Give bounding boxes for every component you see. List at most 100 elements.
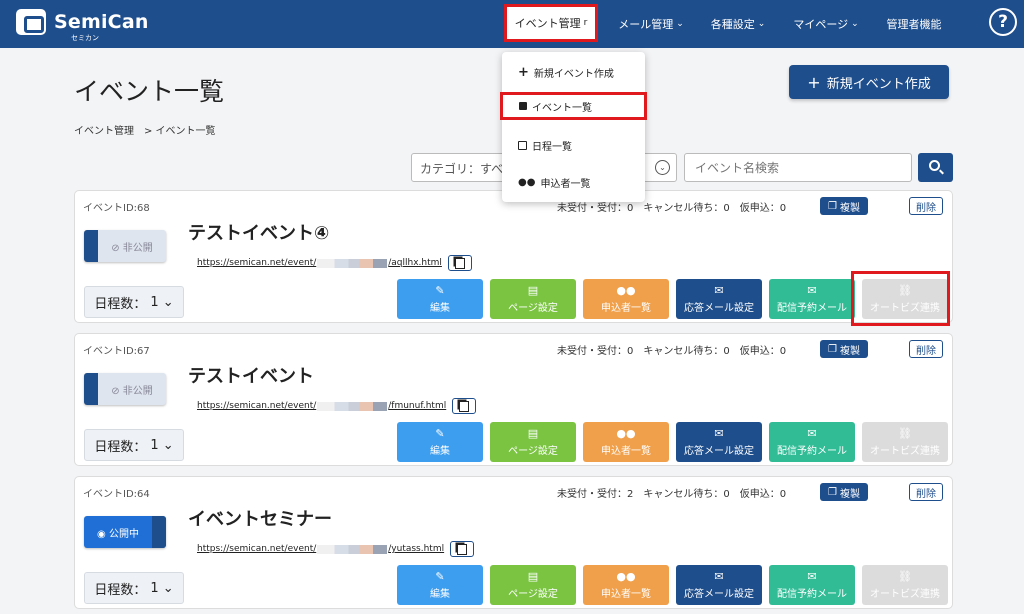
highlight-box — [851, 271, 950, 326]
chevron-down-icon: ⌄ — [655, 160, 670, 175]
eye-icon: ◉ — [97, 528, 109, 540]
create-event-label: 新規イベント作成 — [826, 76, 931, 92]
visibility-toggle[interactable]: ⊘ 非公開 — [84, 373, 166, 405]
chevron-down-icon: ⌄ — [162, 437, 174, 453]
applicant-list-button[interactable]: ●● 申込者一覧 — [583, 565, 669, 605]
nav-mypage-label: マイページ — [793, 18, 849, 31]
menu-item-schedule-list[interactable]: 日程一覧 — [502, 131, 645, 159]
event-url[interactable]: https://semican.net/event/ /yutass.html — [197, 541, 475, 557]
nav-admin[interactable]: 管理者機能 — [886, 0, 942, 48]
autobiz-link-button[interactable]: ⛓ オートビズ連携 — [862, 565, 948, 605]
envelope-icon: ✉ — [807, 426, 817, 440]
menu-item-new-event[interactable]: + 新規イベント作成 — [502, 58, 645, 86]
copy-url-icon[interactable] — [450, 541, 475, 557]
edit-button[interactable]: ✎ 編集 — [397, 565, 483, 605]
logo-name: SemiCan — [54, 10, 149, 33]
event-url[interactable]: https://semican.net/event/ /aqllhx.html — [197, 255, 472, 271]
mail-reply-icon: ✉ — [714, 426, 724, 440]
mail-reply-icon: ✉ — [714, 283, 724, 297]
applicant-list-button[interactable]: ●● 申込者一覧 — [583, 279, 669, 319]
pencil-icon: ✎ — [435, 569, 445, 583]
copy-label: 複製 — [839, 345, 860, 357]
copy-url-icon[interactable] — [452, 398, 477, 414]
nav-event-management-label: イベント管理 — [514, 17, 581, 30]
unlink-icon: ⛓ — [898, 569, 912, 583]
event-url[interactable]: https://semican.net/event/ /fmunuf.html — [197, 398, 477, 414]
delete-event-button[interactable]: 削除 — [909, 340, 943, 358]
create-event-button[interactable]: + 新規イベント作成 — [789, 65, 949, 99]
event-card: イベントID:68 未受付・受付：0 キャンセル待ち：0 仮申込：0 ❐ 複製 削… — [74, 190, 953, 323]
scheduled-mail-button[interactable]: ✉ 配信予約メール — [769, 565, 855, 605]
users-icon: ●● — [616, 426, 636, 440]
scheduled-mail-button[interactable]: ✉ 配信予約メール — [769, 279, 855, 319]
redacted-segment — [317, 544, 388, 554]
envelope-icon: ✉ — [807, 283, 817, 297]
schedule-count-dropdown[interactable]: 日程数： 1 ⌄ — [84, 429, 184, 461]
event-id: イベントID:68 — [83, 203, 150, 214]
calendar-icon — [519, 102, 527, 110]
event-id: イベントID:67 — [83, 346, 150, 357]
top-navigation-bar: SemiCan セミカン イベント管理 r メール管理 ⌄ 各種設定 ⌄ マイペ… — [0, 0, 1024, 48]
copy-event-button[interactable]: ❐ 複製 — [820, 340, 868, 358]
event-title: テストイベント④ — [188, 223, 330, 244]
action-label: ページ設定 — [508, 302, 558, 314]
visibility-label: ⊘ 非公開 — [98, 382, 166, 397]
action-label: 応答メール設定 — [684, 302, 754, 314]
page-settings-button[interactable]: ▤ ページ設定 — [490, 279, 576, 319]
delete-event-button[interactable]: 削除 — [909, 483, 943, 501]
menu-item-event-list[interactable]: イベント一覧 — [500, 92, 647, 120]
logo-subtitle: セミカン — [71, 34, 99, 42]
reply-mail-settings-button[interactable]: ✉ 応答メール設定 — [676, 422, 762, 462]
edit-button[interactable]: ✎ 編集 — [397, 279, 483, 319]
action-label: 編集 — [430, 588, 450, 600]
users-icon: ●● — [616, 283, 636, 297]
url-suffix: /aqllhx.html — [388, 258, 442, 268]
semican-logo[interactable]: SemiCan セミカン — [16, 9, 149, 42]
action-label: ページ設定 — [508, 445, 558, 457]
reply-mail-settings-button[interactable]: ✉ 応答メール設定 — [676, 279, 762, 319]
action-label: ページ設定 — [508, 588, 558, 600]
users-icon: ●● — [616, 569, 636, 583]
event-id: イベントID:64 — [83, 489, 150, 500]
breadcrumb: イベント管理 > イベント一覧 — [74, 126, 216, 137]
calendar-grid-icon — [518, 140, 527, 150]
pencil-icon: ✎ — [435, 283, 445, 297]
page-settings-button[interactable]: ▤ ページ設定 — [490, 565, 576, 605]
schedule-prefix: 日程数： — [94, 439, 147, 455]
nav-mail-management[interactable]: メール管理 ⌄ — [618, 0, 684, 48]
copy-icon: ❐ — [828, 343, 837, 355]
eye-slash-icon: ⊘ — [111, 242, 123, 254]
menu-item-applicant-list[interactable]: ●● 申込者一覧 — [502, 168, 645, 196]
search-icon — [929, 160, 940, 171]
event-stats: 未受付・受付：2 キャンセル待ち：0 仮申込：0 — [557, 489, 787, 500]
copy-event-button[interactable]: ❐ 複製 — [820, 197, 868, 215]
search-button[interactable] — [918, 153, 953, 182]
scheduled-mail-button[interactable]: ✉ 配信予約メール — [769, 422, 855, 462]
schedule-count-dropdown[interactable]: 日程数： 1 ⌄ — [84, 286, 184, 318]
menu-item-label: 日程一覧 — [532, 141, 572, 153]
edit-button[interactable]: ✎ 編集 — [397, 422, 483, 462]
event-title: テストイベント — [188, 366, 314, 387]
document-icon: ▤ — [527, 569, 539, 583]
visibility-toggle[interactable]: ⊘ 非公開 — [84, 230, 166, 262]
schedule-count-dropdown[interactable]: 日程数： 1 ⌄ — [84, 572, 184, 604]
applicant-list-button[interactable]: ●● 申込者一覧 — [583, 422, 669, 462]
cursor-icon: r — [583, 18, 588, 28]
copy-label: 複製 — [839, 488, 860, 500]
nav-mypage[interactable]: マイページ ⌄ — [793, 0, 858, 48]
category-select-value: カテゴリ：すべて — [420, 162, 515, 176]
schedule-count: 1 — [150, 294, 159, 310]
nav-settings[interactable]: 各種設定 ⌄ — [710, 0, 766, 48]
redacted-segment — [317, 258, 388, 268]
help-icon[interactable]: ? — [989, 8, 1017, 36]
event-name-search-input[interactable] — [684, 153, 912, 182]
visibility-toggle[interactable]: ◉ 公開中 — [84, 516, 166, 548]
page-settings-button[interactable]: ▤ ページ設定 — [490, 422, 576, 462]
autobiz-link-button[interactable]: ⛓ オートビズ連携 — [862, 422, 948, 462]
reply-mail-settings-button[interactable]: ✉ 応答メール設定 — [676, 565, 762, 605]
copy-url-icon[interactable] — [447, 255, 472, 271]
copy-event-button[interactable]: ❐ 複製 — [820, 483, 868, 501]
delete-event-button[interactable]: 削除 — [909, 197, 943, 215]
nav-event-management[interactable]: イベント管理 r — [504, 4, 598, 42]
status-text: 非公開 — [122, 385, 153, 397]
